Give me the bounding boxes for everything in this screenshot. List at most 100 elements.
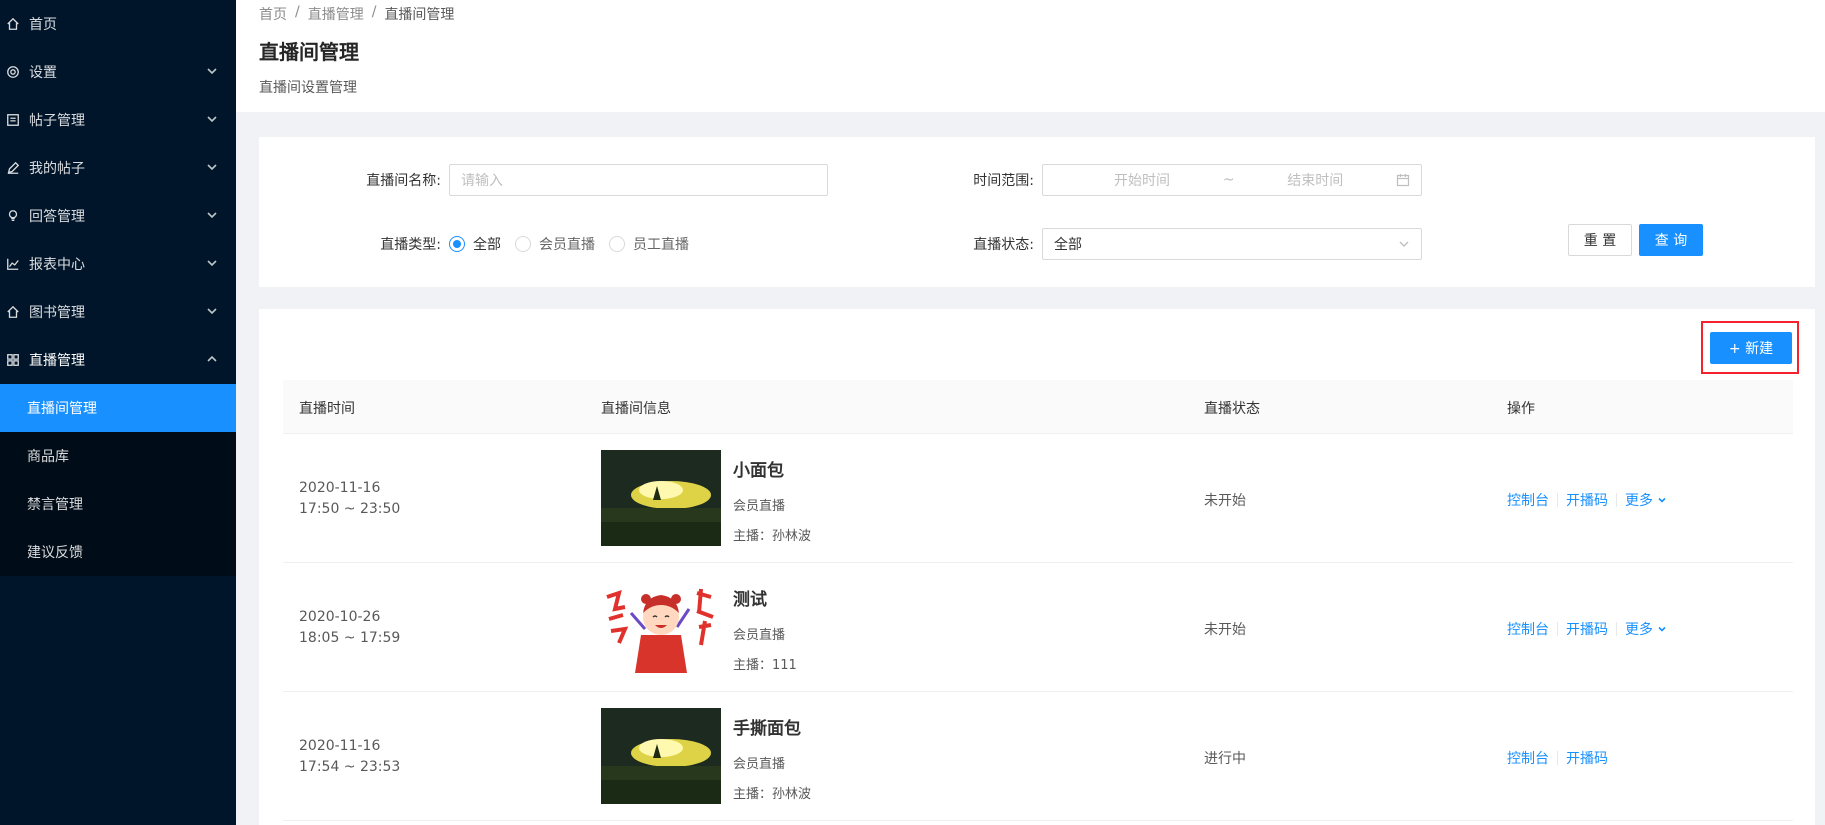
live-type: 会员直播 — [733, 499, 786, 514]
breadcrumb-live[interactable]: 直播管理 — [308, 4, 364, 24]
stream-code-link[interactable]: 开播码 — [1566, 490, 1608, 510]
live-host: 主播：孙林波 — [733, 787, 812, 802]
row-actions: 控制台 开播码 更多 — [1507, 490, 1667, 510]
status-label: 直播状态: — [973, 237, 1034, 253]
page-title: 直播间管理 — [259, 40, 359, 64]
date-range-separator: ~ — [1222, 172, 1235, 188]
stream-code-link[interactable]: 开播码 — [1566, 748, 1608, 768]
live-title: 小面包 — [733, 461, 784, 481]
live-status: 未开始 — [1204, 622, 1246, 638]
live-time-range: 17:54 ~ 23:53 — [299, 759, 401, 775]
query-button[interactable]: 查 询 — [1639, 224, 1703, 256]
more-dropdown[interactable]: 更多 — [1625, 490, 1667, 510]
live-date: 2020-11-16 — [299, 480, 381, 496]
sidebar-item-settings[interactable]: 设置 — [0, 48, 236, 96]
radio-label: 全部 — [473, 237, 501, 253]
reset-button[interactable]: 重 置 — [1568, 224, 1632, 256]
new-button[interactable]: + 新建 — [1710, 332, 1792, 364]
table-header: 直播时间 直播间信息 直播状态 操作 — [283, 380, 1793, 434]
live-title: 测试 — [733, 590, 767, 610]
chevron-down-icon — [206, 257, 218, 269]
stream-code-link[interactable]: 开播码 — [1566, 619, 1608, 639]
sidebar-item-mute[interactable]: 禁言管理 — [0, 480, 236, 528]
live-type: 会员直播 — [733, 757, 786, 772]
bulb-icon — [5, 208, 21, 224]
column-header-actions: 操作 — [1507, 401, 1535, 417]
sidebar-item-my-posts[interactable]: 我的帖子 — [0, 144, 236, 192]
live-thumbnail-landscape — [601, 708, 721, 804]
live-time-range: 17:50 ~ 23:50 — [299, 501, 401, 517]
console-link[interactable]: 控制台 — [1507, 619, 1549, 639]
divider — [1557, 493, 1558, 507]
sidebar-item-reports[interactable]: 报表中心 — [0, 240, 236, 288]
sidebar-item-label: 报表中心 — [29, 257, 85, 273]
more-label: 更多 — [1625, 493, 1653, 509]
name-input[interactable]: 请输入 — [449, 164, 828, 196]
column-header-info: 直播间信息 — [601, 401, 671, 417]
sidebar-item-posts[interactable]: 帖子管理 — [0, 96, 236, 144]
sidebar: 首页 设置 帖子管理 我的帖子 回答管理 报表中心 图书管理 直播管理 直播间管… — [0, 0, 236, 825]
radio-dot — [609, 236, 625, 252]
column-header-time: 直播时间 — [299, 401, 355, 417]
date-range-picker[interactable]: 开始时间 ~ 结束时间 — [1042, 164, 1422, 196]
live-date: 2020-11-16 — [299, 738, 381, 754]
chevron-down-icon — [1398, 238, 1410, 250]
list-icon — [5, 112, 21, 128]
sidebar-item-feedback[interactable]: 建议反馈 — [0, 528, 236, 576]
divider — [1616, 493, 1617, 507]
radio-label: 会员直播 — [539, 237, 595, 253]
page-header: 首页 / 直播管理 / 直播间管理 直播间管理 直播间设置管理 — [236, 0, 1825, 112]
end-time-input[interactable]: 结束时间 — [1255, 170, 1375, 190]
home-icon — [5, 16, 21, 32]
home-icon — [5, 304, 21, 320]
divider — [1557, 622, 1558, 636]
sidebar-item-label: 我的帖子 — [29, 161, 85, 177]
sidebar-item-label: 设置 — [29, 65, 57, 81]
chevron-down-icon — [1657, 622, 1667, 632]
divider — [1557, 751, 1558, 765]
live-thumbnail-cartoon — [601, 579, 721, 675]
sidebar-item-books[interactable]: 图书管理 — [0, 288, 236, 336]
radio-dot — [449, 236, 465, 252]
gear-icon — [5, 64, 21, 80]
table-row: 2020-11-16 17:50 ~ 23:50 小面包 会员直播 主播：孙林波… — [283, 434, 1793, 563]
sidebar-submenu-live: 直播间管理 商品库 禁言管理 建议反馈 — [0, 384, 236, 576]
chevron-down-icon — [1657, 493, 1667, 503]
chevron-down-icon — [206, 209, 218, 221]
chevron-down-icon — [206, 161, 218, 173]
chart-icon — [5, 256, 21, 272]
status-select[interactable]: 全部 — [1042, 228, 1422, 260]
chevron-down-icon — [206, 65, 218, 77]
divider — [1616, 622, 1617, 636]
time-range-label: 时间范围: — [973, 173, 1034, 189]
sidebar-item-label: 直播管理 — [29, 353, 85, 369]
live-date: 2020-10-26 — [299, 609, 381, 625]
more-dropdown[interactable]: 更多 — [1625, 619, 1667, 639]
live-time: 2020-11-16 17:50 ~ 23:50 — [299, 478, 400, 520]
calendar-icon — [1396, 173, 1410, 187]
sidebar-item-products[interactable]: 商品库 — [0, 432, 236, 480]
breadcrumb-current: 直播间管理 — [384, 7, 455, 23]
chevron-up-icon — [206, 353, 218, 365]
type-radio-staff[interactable]: 员工直播 — [609, 234, 689, 254]
console-link[interactable]: 控制台 — [1507, 748, 1549, 768]
sidebar-item-label: 回答管理 — [29, 209, 85, 225]
breadcrumb-home[interactable]: 首页 — [259, 4, 287, 24]
start-time-input[interactable]: 开始时间 — [1082, 170, 1202, 190]
console-link[interactable]: 控制台 — [1507, 490, 1549, 510]
live-time: 2020-10-26 18:05 ~ 17:59 — [299, 607, 400, 649]
row-actions: 控制台 开播码 — [1507, 748, 1608, 768]
sidebar-item-answers[interactable]: 回答管理 — [0, 192, 236, 240]
row-actions: 控制台 开播码 更多 — [1507, 619, 1667, 639]
sidebar-item-home[interactable]: 首页 — [0, 0, 236, 48]
type-radio-all[interactable]: 全部 — [449, 234, 501, 254]
type-radio-member[interactable]: 会员直播 — [515, 234, 595, 254]
chevron-down-icon — [206, 113, 218, 125]
chevron-down-icon — [206, 305, 218, 317]
live-thumbnail-landscape — [601, 450, 721, 546]
sidebar-item-live[interactable]: 直播管理 — [0, 336, 236, 384]
breadcrumb: 首页 / 直播管理 / 直播间管理 — [259, 4, 454, 24]
live-title: 手撕面包 — [733, 719, 801, 739]
sidebar-item-live-rooms[interactable]: 直播间管理 — [0, 384, 236, 432]
sidebar-item-label: 禁言管理 — [27, 497, 83, 513]
